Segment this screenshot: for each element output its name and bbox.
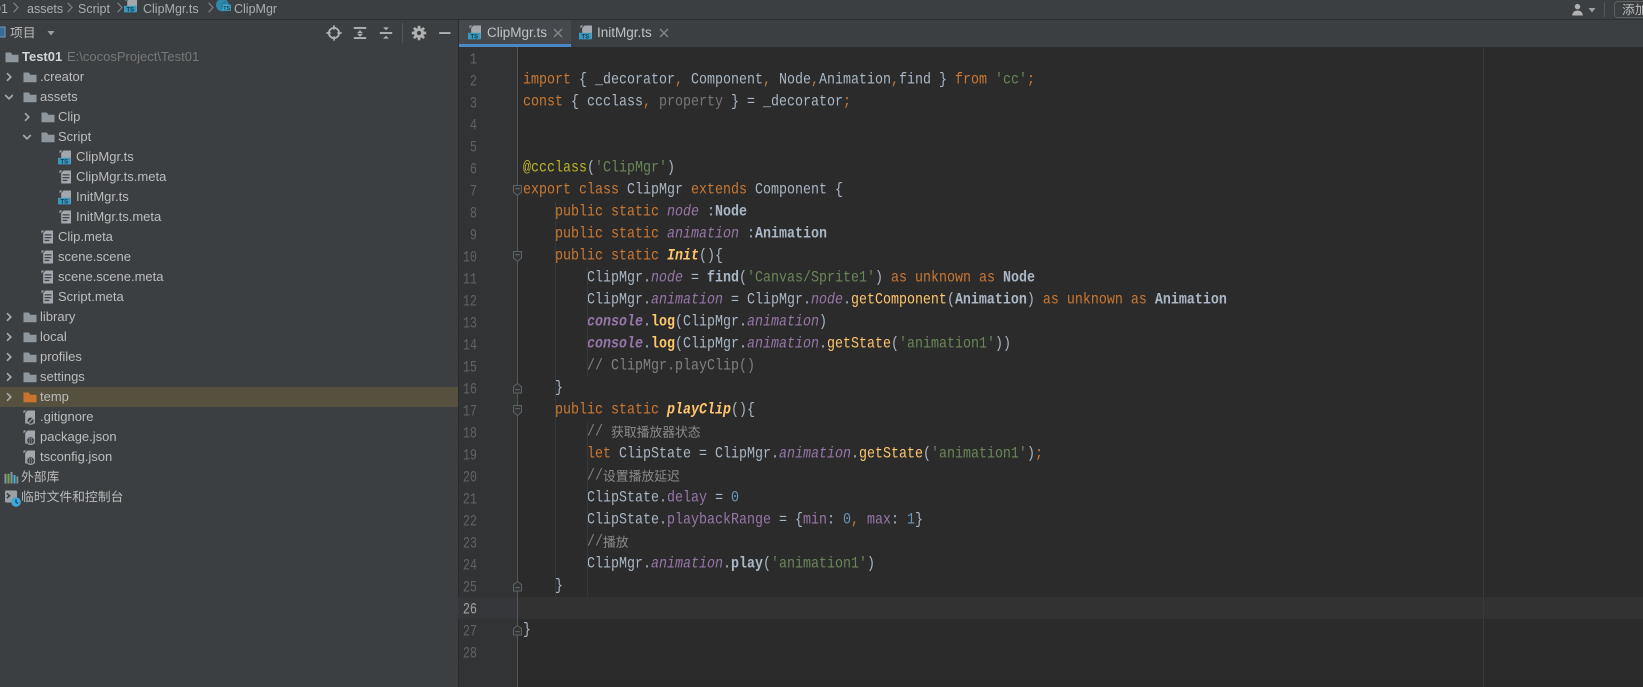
svg-text:TS: TS bbox=[126, 7, 134, 13]
svg-text:TS: TS bbox=[223, 6, 230, 12]
svg-text:TS: TS bbox=[581, 34, 589, 40]
svg-text:TS: TS bbox=[470, 34, 478, 40]
